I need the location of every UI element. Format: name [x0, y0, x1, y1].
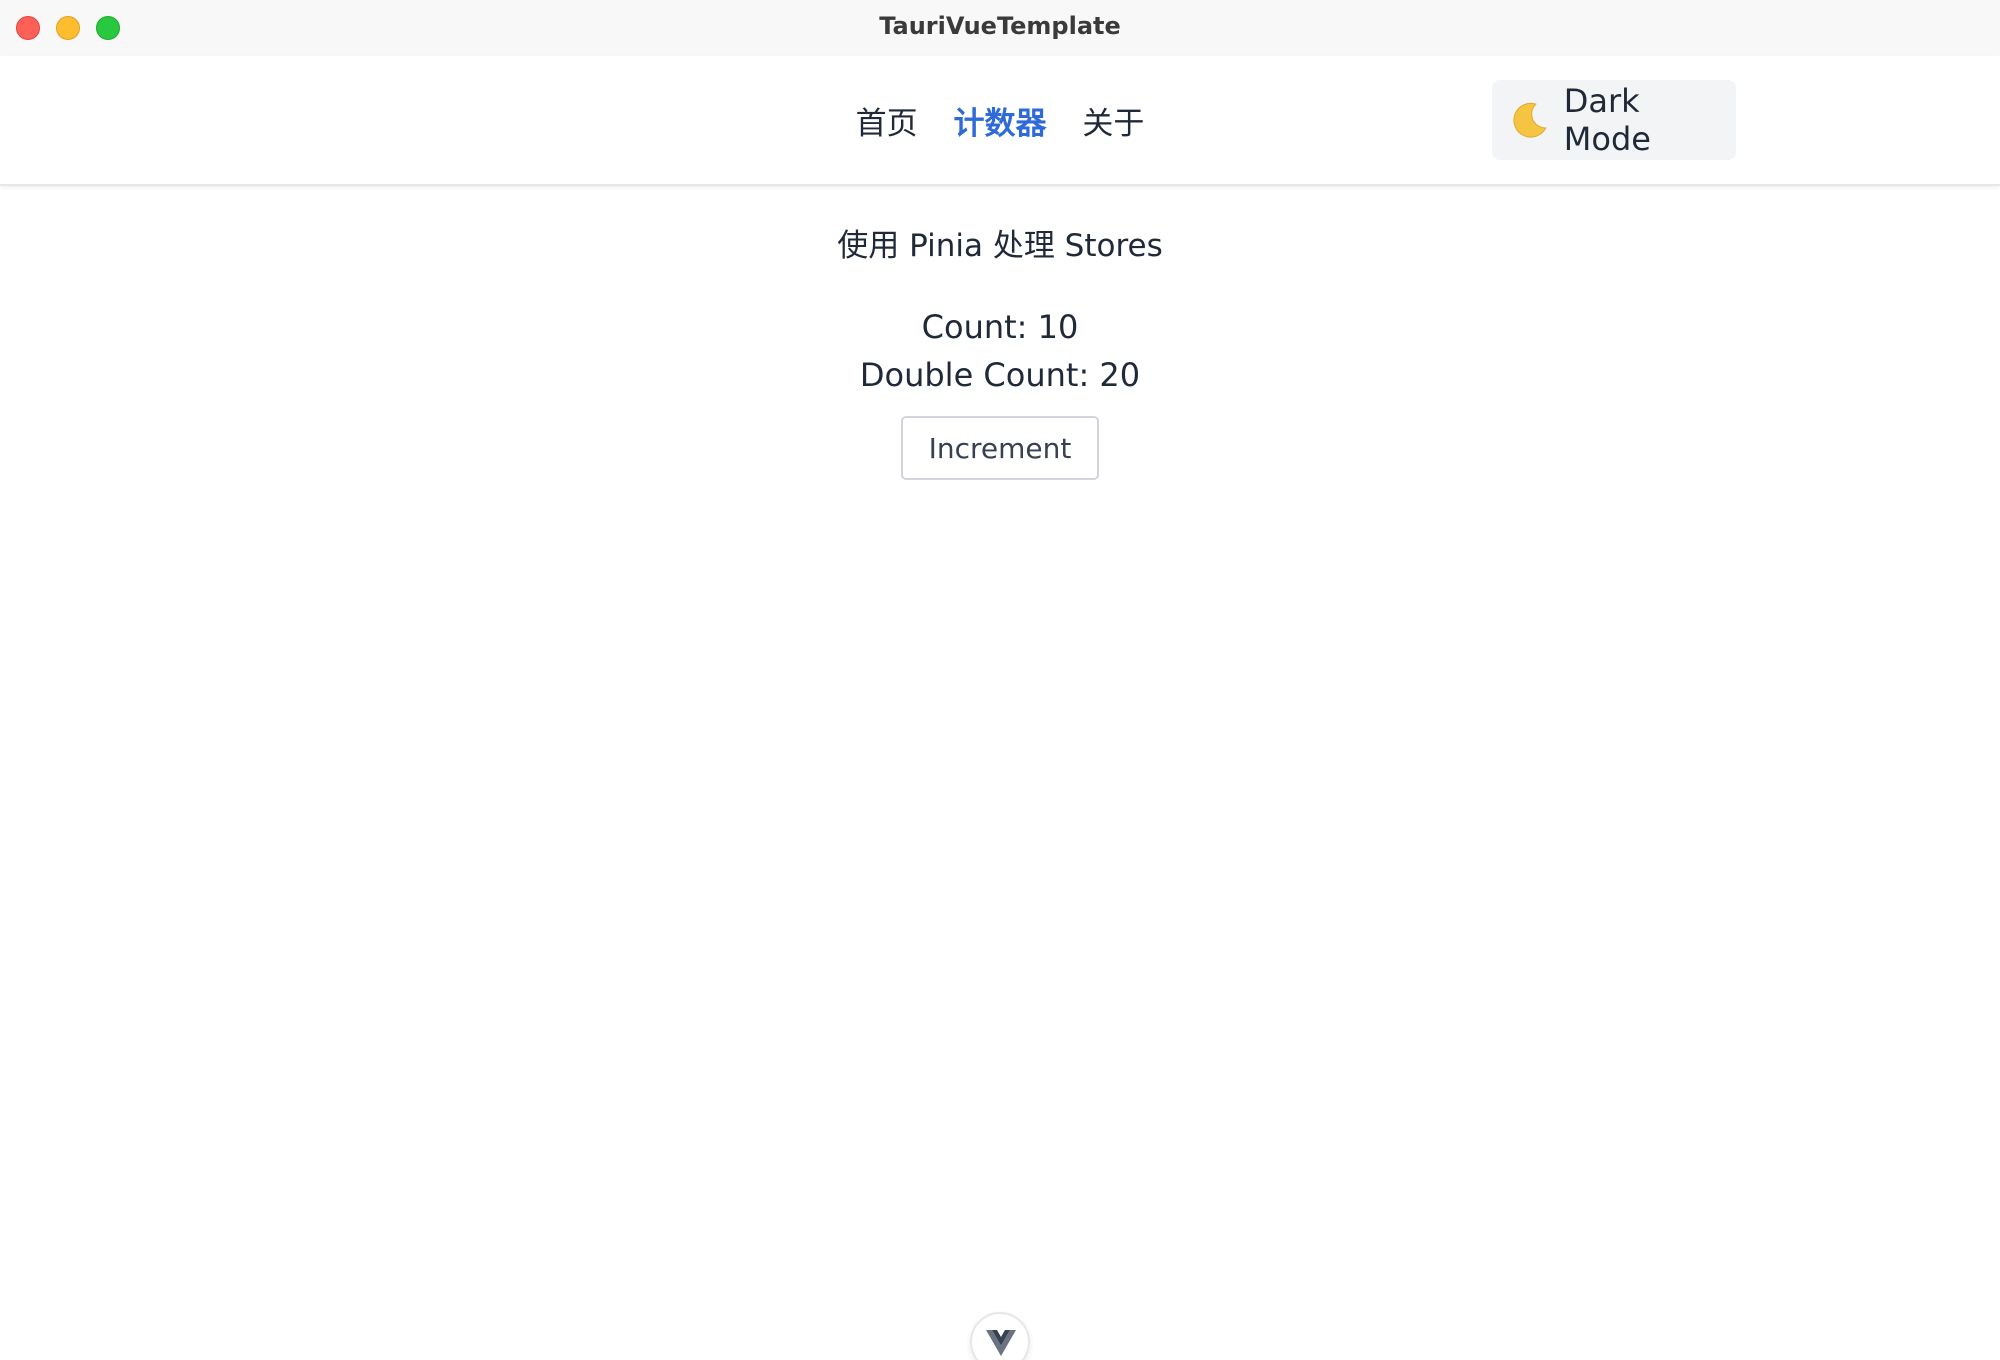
- increment-button[interactable]: Increment: [901, 416, 1099, 480]
- moon-icon: [1513, 102, 1547, 138]
- dark-mode-toggle-button[interactable]: Dark Mode: [1492, 80, 1736, 160]
- nav-item-home[interactable]: 首页: [856, 98, 918, 143]
- app-header: 首页 计数器 关于 Dark Mode: [0, 56, 2000, 186]
- window-title: TauriVueTemplate: [879, 12, 1121, 40]
- nav-item-about[interactable]: 关于: [1082, 98, 1144, 143]
- page-title: 使用 Pinia 处理 Stores: [837, 228, 1163, 264]
- app-window: TauriVueTemplate 首页 计数器 关于 Dark Mode 使用 …: [0, 0, 2000, 1360]
- dark-mode-label: Dark Mode: [1563, 82, 1651, 158]
- vue-devtools-toggle[interactable]: [970, 1312, 1030, 1360]
- vue-logo-icon: [986, 1330, 1016, 1356]
- count-value: Count: 10: [921, 308, 1079, 346]
- nav-item-counter[interactable]: 计数器: [954, 98, 1047, 143]
- double-count-value: Double Count: 20: [859, 356, 1141, 394]
- title-bar[interactable]: TauriVueTemplate: [0, 0, 2000, 56]
